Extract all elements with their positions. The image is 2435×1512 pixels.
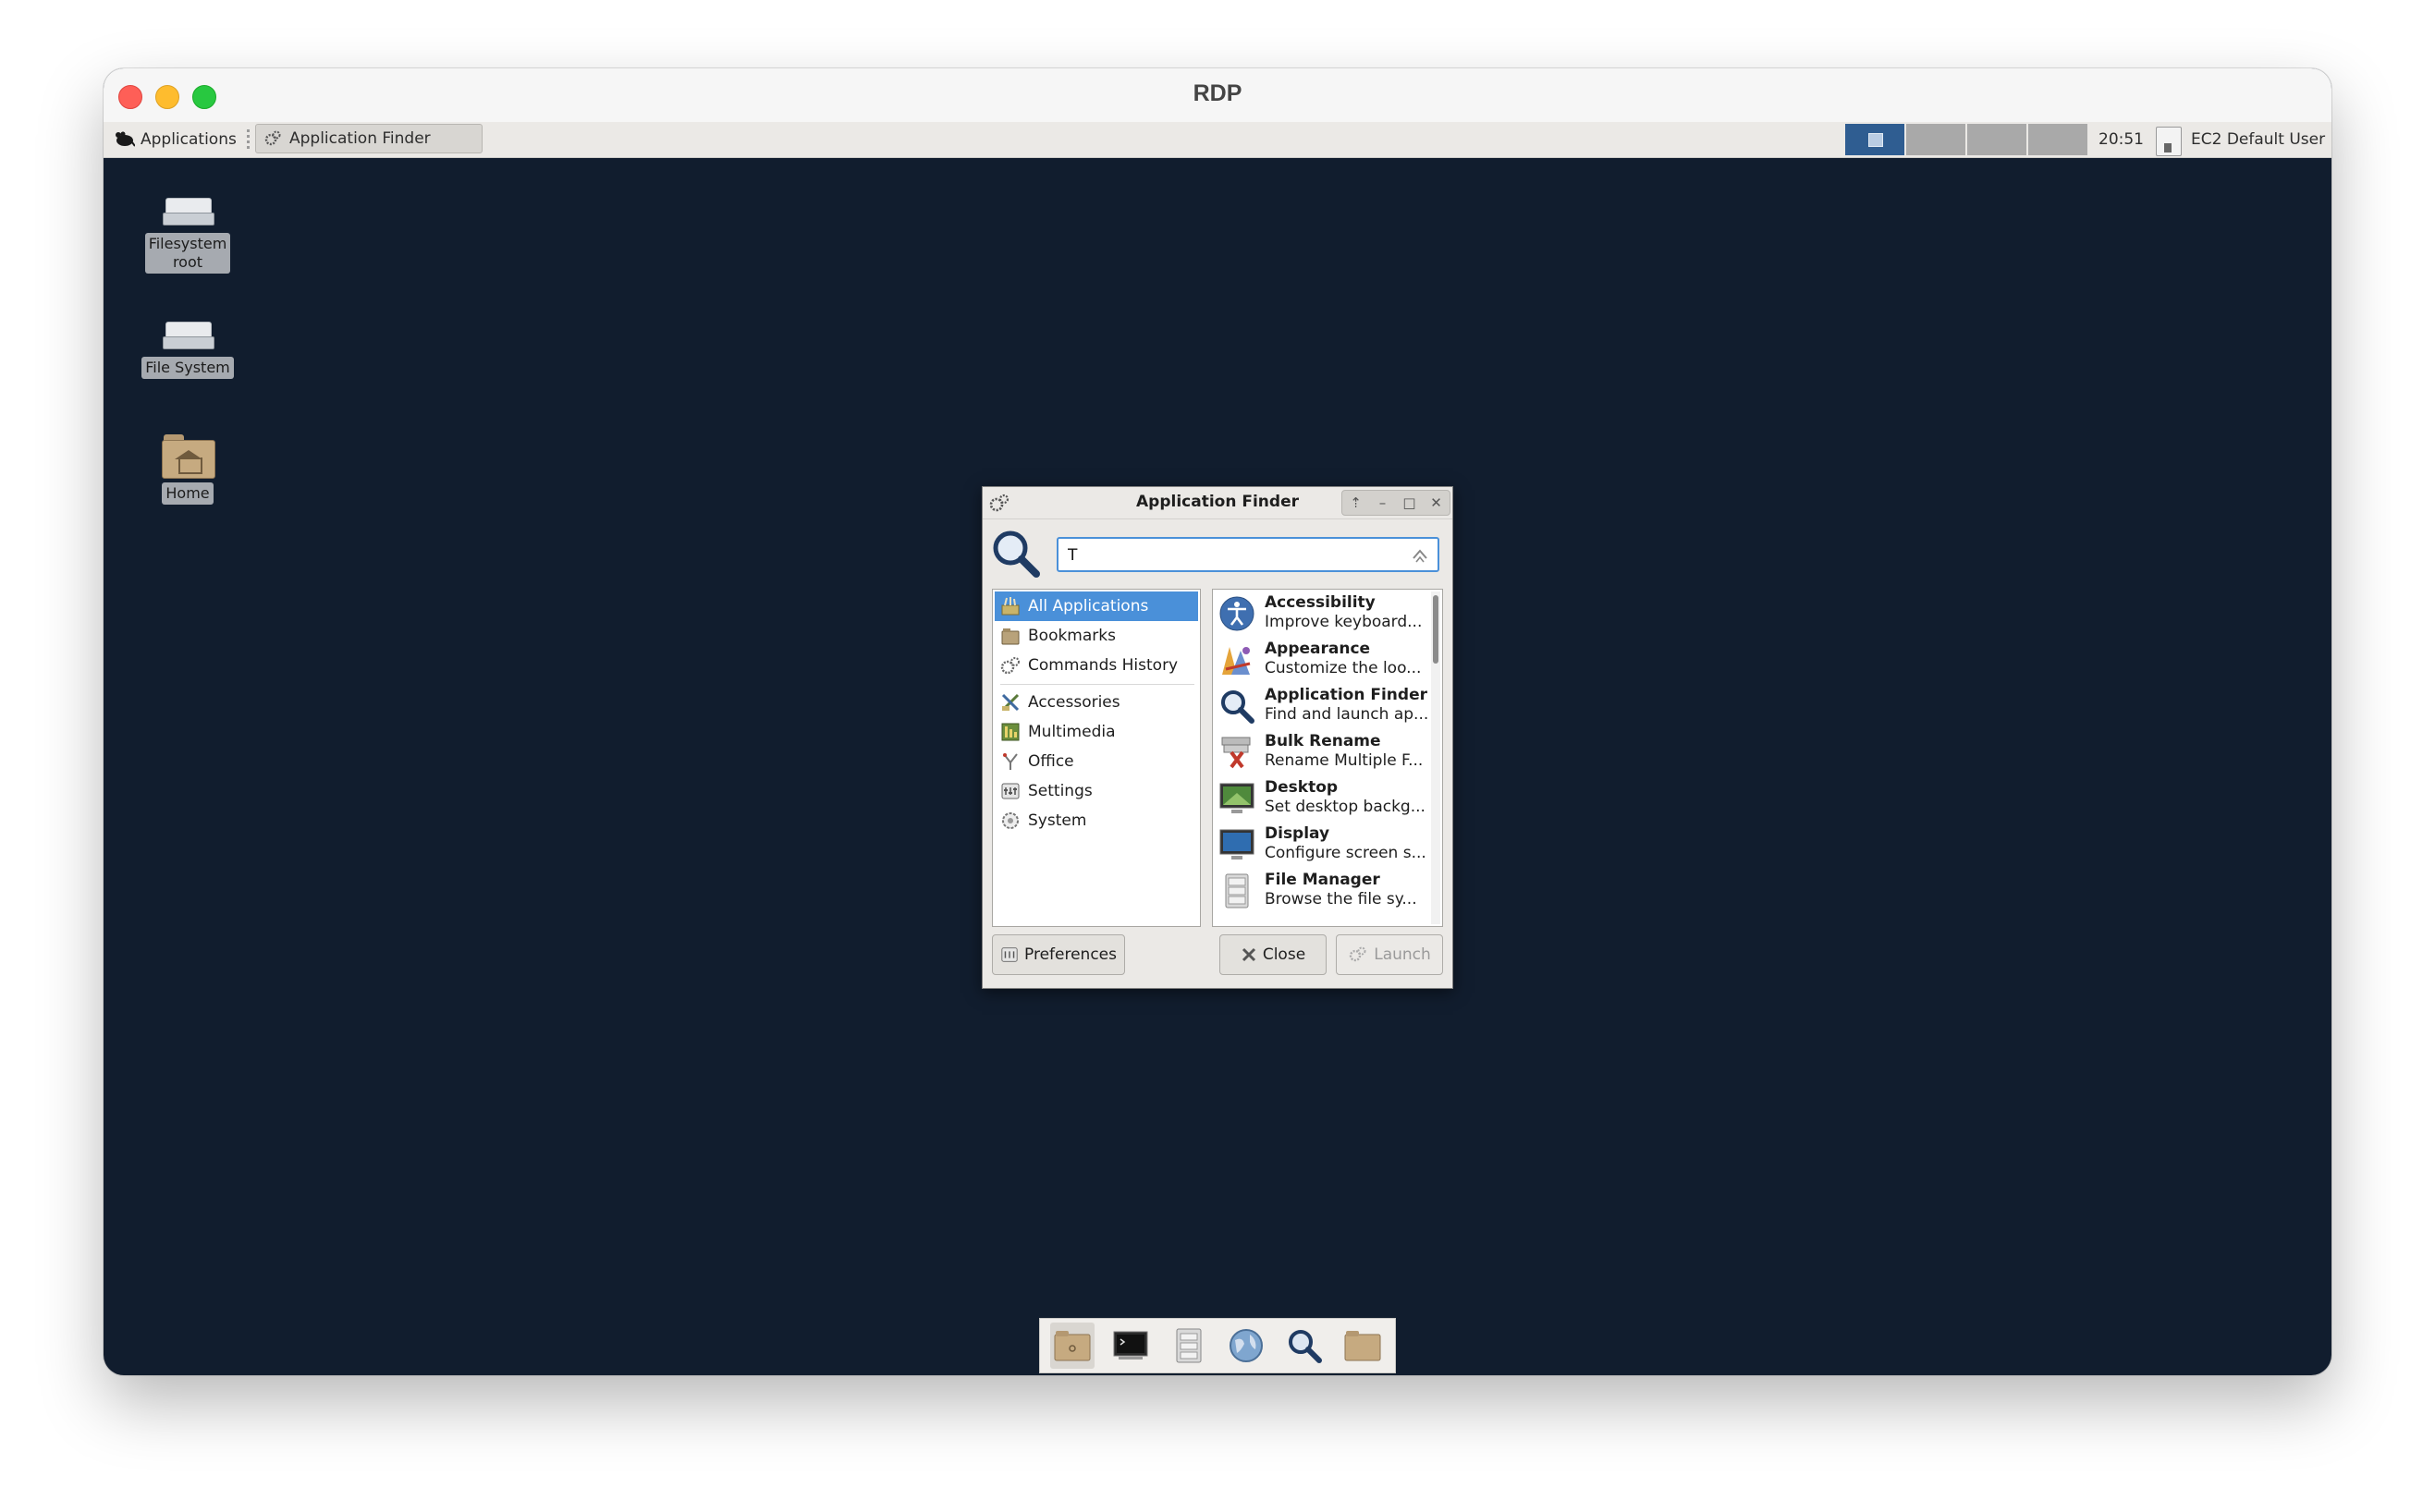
launch-button[interactable]: Launch [1336, 934, 1443, 975]
dock-terminal[interactable] [1108, 1323, 1153, 1369]
gears-icon [1350, 946, 1366, 962]
scrollbar-thumb[interactable] [1433, 595, 1438, 664]
taskbar-app-finder[interactable]: Application Finder [255, 124, 483, 153]
category-office[interactable]: Office [995, 747, 1198, 776]
settings-icon [1001, 947, 1018, 962]
office-icon [1003, 753, 1018, 770]
applications-menu-label: Applications [141, 130, 237, 149]
top-panel: Applications Application Finder 20:51 EC… [104, 122, 2331, 158]
desktop-icon [1219, 783, 1254, 813]
dialog-titlebar[interactable]: Application Finder ⇡ – □ ✕ [983, 487, 1452, 519]
multimedia-icon [1001, 723, 1020, 741]
application-list: Accessibility Improve keyboard... Appear… [1212, 589, 1443, 927]
drive-icon [163, 322, 214, 349]
app-item-bulk-rename[interactable]: Bulk Rename Rename Multiple F... [1215, 728, 1423, 774]
system-icon [1002, 812, 1019, 829]
xfce-mouse-icon [116, 131, 135, 147]
home-folder-icon [1054, 1331, 1091, 1361]
drive-icon [163, 198, 214, 226]
app-item-display[interactable]: Display Configure screen s... [1215, 821, 1426, 867]
bottom-dock [1039, 1318, 1396, 1373]
category-bookmarks[interactable]: Bookmarks [995, 621, 1198, 651]
category-multimedia[interactable]: Multimedia [995, 717, 1198, 747]
dock-home-folder[interactable] [1050, 1323, 1095, 1369]
desktop-icon-filesystem-root[interactable]: Filesystem root [137, 198, 239, 274]
all-apps-icon [1001, 597, 1020, 616]
folder-icon [1344, 1331, 1381, 1361]
terminal-icon [1113, 1331, 1148, 1360]
dock-web-browser[interactable] [1224, 1323, 1268, 1369]
category-accessories[interactable]: Accessories [995, 688, 1198, 717]
minimize-icon[interactable]: – [1373, 493, 1393, 513]
app-item-appearance[interactable]: Appearance Customize the loo... [1215, 636, 1421, 682]
display-icon [1219, 829, 1254, 860]
category-system[interactable]: System [995, 806, 1198, 835]
accessories-icon [1001, 693, 1020, 712]
workspace-window-preview [1868, 133, 1883, 147]
desktop-icon-file-system[interactable]: File System [137, 322, 239, 379]
preferences-button[interactable]: Preferences [992, 934, 1125, 975]
desktop-icon-label: Home [162, 482, 214, 505]
category-separator [1000, 684, 1194, 685]
app-item-desktop[interactable]: Desktop Set desktop backg... [1215, 774, 1426, 821]
category-all-applications[interactable]: All Applications [995, 591, 1198, 621]
file-manager-icon [1176, 1328, 1202, 1363]
category-list: All Applications Bookmarks Commands Hist… [992, 589, 1201, 927]
bulk-rename-icon [1221, 737, 1251, 769]
accessibility-icon [1219, 596, 1254, 631]
maximize-icon[interactable]: □ [1400, 493, 1420, 513]
app-item-application-finder[interactable]: Application Finder Find and launch ap... [1215, 682, 1428, 728]
gears-icon [264, 130, 281, 146]
search-icon [1288, 1330, 1322, 1363]
app-finder-dialog: Application Finder ⇡ – □ ✕ All Applicati… [982, 486, 1453, 989]
search-input[interactable] [1066, 543, 1402, 568]
close-button[interactable]: Close [1219, 934, 1327, 975]
taskbar-app-finder-label: Application Finder [289, 129, 431, 148]
category-commands-history[interactable]: Commands History [995, 651, 1198, 680]
user-menu[interactable]: EC2 Default User [2191, 130, 2325, 149]
desktop-icon-home[interactable]: Home [137, 434, 239, 505]
app-finder-icon [1221, 690, 1254, 724]
app-list-scrollbar[interactable] [1431, 591, 1440, 924]
close-icon [1242, 947, 1255, 962]
close-icon[interactable]: ✕ [1426, 493, 1447, 513]
shade-icon[interactable]: ⇡ [1346, 493, 1366, 513]
web-browser-icon [1230, 1329, 1264, 1362]
app-item-file-manager[interactable]: File Manager Browse the file sy... [1215, 867, 1420, 913]
power-icon[interactable] [2156, 127, 2182, 156]
search-field[interactable] [1057, 537, 1439, 572]
appearance-icon [1222, 647, 1251, 675]
dock-folder[interactable] [1340, 1323, 1385, 1369]
workspace-4[interactable] [2028, 124, 2087, 155]
window-title: RDP [1193, 80, 1242, 106]
window-titlebar: RDP [104, 68, 2331, 123]
history-icon [1000, 657, 1020, 675]
workspace-3[interactable] [1967, 124, 2026, 155]
home-folder-icon [162, 434, 215, 479]
workspace-1[interactable] [1845, 124, 1904, 155]
dock-search[interactable] [1282, 1323, 1327, 1369]
category-settings[interactable]: Settings [995, 776, 1198, 806]
workspace-2[interactable] [1906, 124, 1965, 155]
file-manager-icon [1225, 873, 1249, 908]
dialog-window-controls: ⇡ – □ ✕ [1341, 490, 1450, 516]
clear-search-icon[interactable] [1410, 545, 1430, 566]
search-icon [993, 530, 1040, 578]
desktop-icon-label: Filesystem root [144, 233, 231, 274]
desktop-icon-label: File System [141, 357, 234, 379]
panel-separator [247, 129, 250, 150]
applications-menu-button[interactable]: Applications [113, 122, 237, 157]
app-item-accessibility[interactable]: Accessibility Improve keyboard... [1215, 590, 1422, 636]
dock-file-manager[interactable] [1167, 1323, 1211, 1369]
settings-icon [1001, 783, 1020, 799]
bookmarks-icon [1001, 628, 1020, 645]
panel-clock[interactable]: 20:51 [2099, 130, 2144, 149]
